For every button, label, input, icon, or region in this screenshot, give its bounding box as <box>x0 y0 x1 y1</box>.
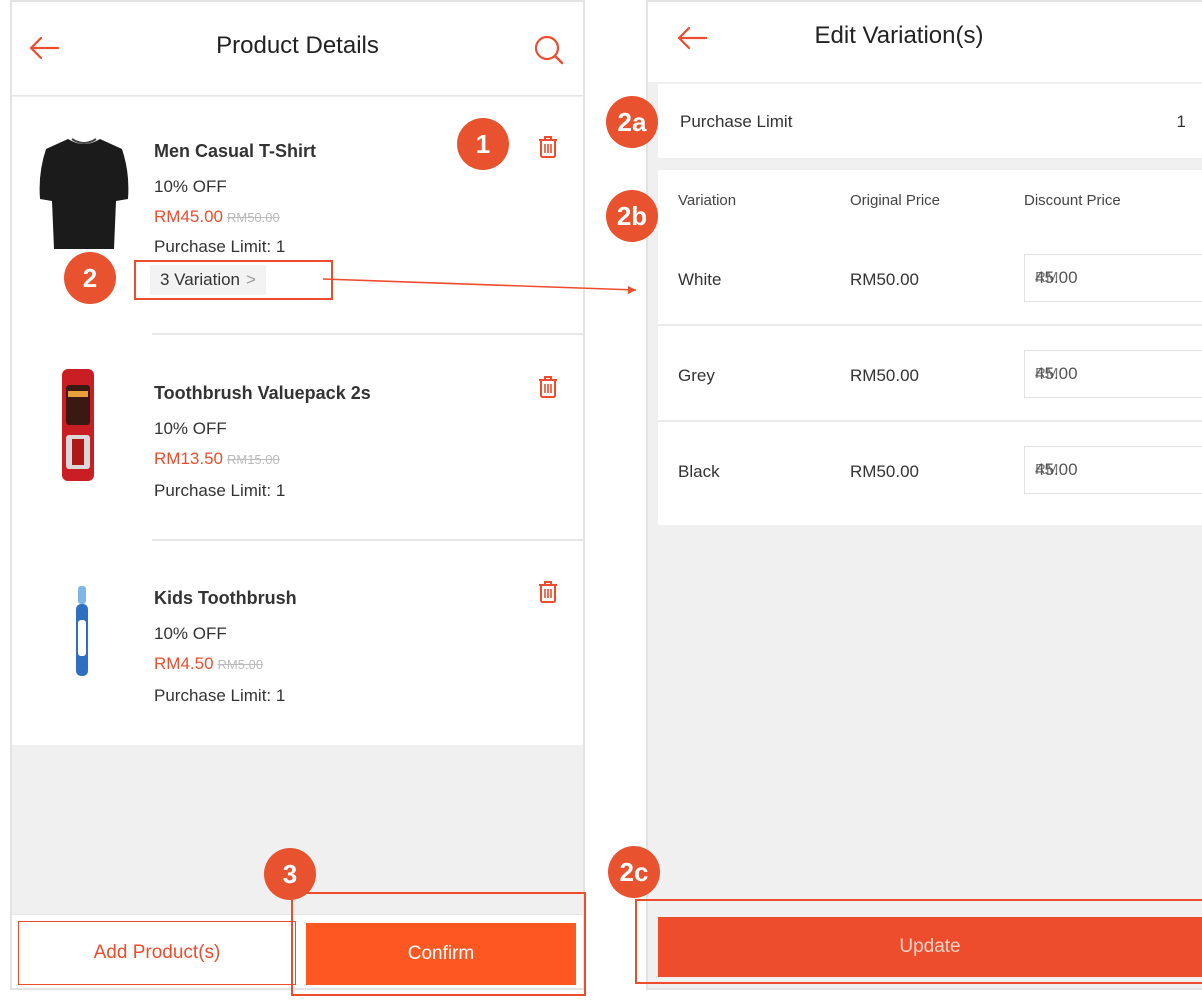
divider <box>152 333 583 335</box>
product-name: Kids Toothbrush <box>154 588 297 608</box>
table-row: White RM50.00 RM 45.00 <box>658 230 1202 326</box>
edit-variation-screen: Edit Variation(s) Purchase Limit 1 Varia… <box>646 0 1202 990</box>
update-button[interactable]: Update <box>658 917 1202 977</box>
annotation-badge-3: 3 <box>264 848 316 900</box>
discounted-price: RM13.50 <box>154 449 223 468</box>
list-item: Toothbrush Valuepack 2s 10% OFF RM13.50 R… <box>12 337 583 542</box>
table-row: Grey RM50.00 RM 45.00 <box>658 326 1202 422</box>
purchase-limit: Purchase Limit: 1 <box>154 686 286 705</box>
product-name: Toothbrush Valuepack 2s <box>154 383 371 403</box>
variation-button[interactable]: 3 Variation > <box>134 260 333 300</box>
discounted-price: RM4.50 <box>154 654 214 673</box>
original-price: RM5.00 <box>217 657 264 672</box>
annotation-badge-1: 1 <box>457 118 509 170</box>
column-header: Variation <box>678 192 737 209</box>
original-price: RM15.00 <box>226 452 280 467</box>
variation-name: Black <box>678 462 720 481</box>
variation-name: White <box>678 270 722 289</box>
annotation-badge-2c: 2c <box>608 846 660 898</box>
product-discount: 10% OFF <box>154 419 227 438</box>
discount-price-input[interactable]: RM 45.00 <box>1024 350 1202 398</box>
search-icon[interactable] <box>529 30 569 70</box>
list-item: Kids Toothbrush 10% OFF RM4.50 RM5.00 Pur… <box>12 542 583 745</box>
product-discount: 10% OFF <box>154 177 227 196</box>
original-price: RM50.00 <box>850 366 919 385</box>
product-name: Men Casual T-Shirt <box>154 141 317 161</box>
product-price: RM4.50 RM5.00 <box>154 654 263 674</box>
add-products-button[interactable]: Add Product(s) <box>18 921 296 985</box>
product-details-header: Product Details <box>12 2 583 96</box>
purchase-limit-row[interactable]: Purchase Limit 1 <box>658 84 1202 158</box>
column-header: Original Price <box>850 192 941 209</box>
trash-icon[interactable] <box>537 375 559 399</box>
edit-variation-header: Edit Variation(s) <box>648 2 1202 82</box>
discount-price-input[interactable]: RM 45.00 <box>1024 254 1202 302</box>
original-price: RM50.00 <box>850 462 919 481</box>
annotation-badge-2a: 2a <box>606 96 658 148</box>
trash-icon[interactable] <box>537 580 559 604</box>
variation-label: 3 Variation <box>160 270 241 289</box>
page-title: Edit Variation(s) <box>814 22 984 49</box>
discount-value: 45.00 <box>1035 460 1078 479</box>
discount-value: 45.00 <box>1035 268 1078 287</box>
purchase-limit: Purchase Limit: 1 <box>154 481 286 500</box>
discount-value: 45.00 <box>1035 364 1078 383</box>
purchase-limit-label: Purchase Limit <box>680 112 793 131</box>
purchase-limit-value: 1 <box>1176 112 1186 131</box>
variation-name: Grey <box>678 366 715 385</box>
variation-chip: 3 Variation > <box>150 265 266 295</box>
annotation-badge-2: 2 <box>64 252 116 304</box>
purchase-limit: Purchase Limit: 1 <box>154 237 286 256</box>
discounted-price: RM45.00 <box>154 207 223 226</box>
product-price: RM13.50 RM15.00 <box>154 449 280 469</box>
page: Product Details Men Casual T-Shirt 10% O… <box>0 0 1202 1000</box>
table-header: Variation Original Price Discount Price <box>658 170 1202 230</box>
trash-icon[interactable] <box>537 135 559 159</box>
bottom-bar: Add Product(s) Confirm <box>12 914 583 988</box>
product-list: Men Casual T-Shirt 10% OFF RM45.00 RM50.0… <box>12 97 583 745</box>
page-title: Product Details <box>216 32 379 59</box>
table-row: Black RM50.00 RM 45.00 <box>658 422 1202 518</box>
original-price: RM50.00 <box>850 270 919 289</box>
variation-table: Variation Original Price Discount Price … <box>658 170 1202 525</box>
annotation-badge-2b: 2b <box>606 190 658 242</box>
toothbrush-pack-image <box>48 367 108 487</box>
product-price: RM45.00 RM50.00 <box>154 207 280 227</box>
confirm-button[interactable]: Confirm <box>306 923 576 985</box>
discount-price-input[interactable]: RM 45.00 <box>1024 446 1202 494</box>
chevron-right-icon: > <box>246 270 256 289</box>
product-discount: 10% OFF <box>154 624 227 643</box>
divider <box>152 539 583 541</box>
column-header: Discount Price <box>1024 192 1121 209</box>
original-price: RM50.00 <box>226 210 280 225</box>
kids-toothbrush-image <box>62 584 102 704</box>
tshirt-image <box>34 133 134 253</box>
